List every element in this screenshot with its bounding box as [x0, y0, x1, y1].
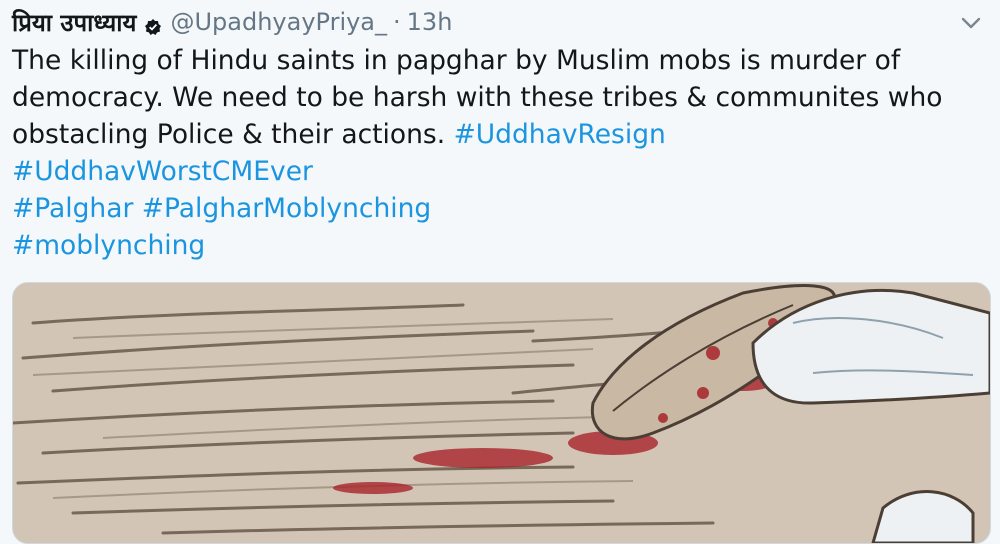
illustration-image [13, 283, 990, 543]
author-name[interactable]: प्रिया उपाध्याय [12, 6, 136, 39]
tweet-text: The killing of Hindu saints in papghar b… [12, 42, 987, 264]
tweet-text-fragment: obstacling Police & their actions. [12, 119, 454, 150]
tweet-text-line: #UddhavWorstCMEver [12, 153, 987, 190]
tweet-card[interactable]: प्रिया उपाध्याय @UpadhyayPriya_ · 13h Th… [0, 0, 1000, 544]
hashtag-link[interactable]: #moblynching [12, 230, 205, 261]
verified-badge-icon [144, 14, 162, 35]
separator-dot: · [393, 8, 401, 36]
tweet-timestamp[interactable]: 13h [407, 8, 453, 36]
tweet-media-image[interactable] [12, 282, 991, 544]
hashtag-link[interactable]: #UddhavWorstCMEver [12, 156, 313, 187]
author-handle[interactable]: @UpadhyayPriya_ [170, 8, 387, 36]
tweet-header: प्रिया उपाध्याय @UpadhyayPriya_ · 13h [12, 6, 452, 38]
tweet-text-line: #Palghar #PalgharMoblynching [12, 190, 987, 227]
hashtag-link[interactable]: #Palghar [12, 193, 133, 224]
tweet-text-line: The killing of Hindu saints in papghar b… [12, 45, 901, 76]
hashtag-link[interactable]: #PalgharMoblynching [142, 193, 431, 224]
tweet-text-line: democracy. We need to be harsh with thes… [12, 82, 943, 113]
hashtag-link[interactable]: #UddhavResign [454, 119, 666, 150]
chevron-down-icon[interactable] [958, 12, 984, 34]
tweet-text-line: obstacling Police & their actions. #Uddh… [12, 116, 987, 153]
tweet-text-line: #moblynching [12, 227, 987, 264]
